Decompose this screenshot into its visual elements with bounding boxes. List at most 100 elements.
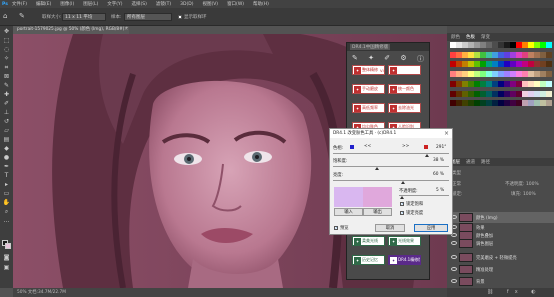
color-swatch[interactable] [546, 100, 552, 107]
more-tools-icon[interactable]: … [2, 217, 11, 225]
visibility-eye-icon[interactable] [451, 255, 457, 259]
menu-item[interactable]: 编辑(E) [36, 1, 51, 7]
crop-tool-icon[interactable]: ⌗ [2, 64, 11, 72]
close-tab-icon[interactable]: × [124, 26, 128, 32]
path-select-icon[interactable]: ▸ [2, 181, 11, 189]
color-swatch[interactable] [546, 80, 552, 87]
quick-mask-icon[interactable]: ◙ [2, 254, 11, 262]
menu-item[interactable]: 文件(F) [12, 1, 27, 7]
dropper-icon[interactable]: ✐ [384, 54, 390, 63]
menu-item[interactable]: 文字(Y) [107, 1, 122, 7]
document-tab[interactable]: portrait-1579025.jpg @ 50% (颜色 (Img), RG… [13, 26, 129, 34]
color-swatch[interactable] [546, 61, 552, 68]
tab-swatches[interactable]: 色板 [466, 34, 475, 40]
menu-item[interactable]: 视图(V) [202, 1, 218, 7]
background-color-swatch[interactable] [5, 243, 11, 249]
dr4-action-button[interactable]: ✦ 手动磨皮 [352, 84, 385, 94]
layer-fill[interactable]: 填充: 100% [511, 191, 536, 197]
frame-tool-icon[interactable]: ⊠ [2, 73, 11, 81]
menu-item[interactable]: 帮助(H) [253, 1, 269, 7]
hue-slider-thumb[interactable] [424, 154, 429, 157]
menu-item[interactable]: 滤镜(T) [156, 1, 171, 7]
hand-tool-icon[interactable]: ✋ [2, 199, 11, 207]
quick-select-tool-icon[interactable]: ✧ [2, 55, 11, 63]
input-button[interactable]: 输入 [334, 208, 363, 216]
color-swatch[interactable] [546, 90, 552, 97]
color-swatch[interactable] [546, 51, 552, 58]
layer-row[interactable]: 精准处理 [450, 264, 554, 275]
info-icon[interactable]: ⓘ [417, 54, 424, 63]
zoom-tool-icon[interactable]: ⌕ [2, 208, 11, 216]
swatch-grid[interactable] [450, 42, 552, 110]
marquee-tool-icon[interactable]: ⬚ [2, 37, 11, 45]
lightness-slider[interactable] [333, 180, 449, 181]
tab-paths[interactable]: 路径 [481, 159, 490, 165]
dr4-action-button[interactable]: ✦ 光线效果 [388, 236, 421, 246]
visibility-eye-icon[interactable] [451, 241, 457, 245]
lightness-slider-thumb[interactable] [400, 181, 405, 184]
hue-slider[interactable] [333, 153, 449, 154]
dodge-tool-icon[interactable]: ● [2, 154, 11, 162]
visibility-eye-icon[interactable] [451, 279, 457, 283]
lock-lightness-checkbox[interactable]: ✓ [400, 211, 404, 215]
dr4-action-button[interactable]: ✦ [388, 65, 421, 75]
dr4-action-button[interactable]: ✦ 柔美光线 [352, 236, 385, 246]
dr4-action-button[interactable]: ✦ DR4.1精修版 [388, 255, 421, 265]
dr4-tab[interactable]: DR4.1中国精修版 [350, 44, 391, 50]
sample-select[interactable]: 所有图层 [124, 13, 172, 21]
color-swatch[interactable] [546, 42, 552, 48]
stamp-tool-icon[interactable]: ⊥ [2, 109, 11, 117]
color-swatch[interactable] [546, 71, 552, 78]
menu-item[interactable]: 图层(L) [83, 1, 98, 7]
eyedropper-tool-icon[interactable]: ✎ [2, 82, 11, 90]
cancel-button[interactable]: 取消 [375, 224, 405, 232]
sample-size-select[interactable]: 11 x 11 平均 [62, 13, 106, 21]
type-tool-icon[interactable]: T [2, 172, 11, 180]
lock-saturation-checkbox[interactable]: ✓ [400, 202, 404, 206]
blend-mode-select[interactable]: 正常 [452, 181, 461, 187]
gear-icon[interactable]: ⚙ [400, 54, 406, 63]
menu-item[interactable]: 3D(D) [180, 2, 193, 7]
menu-item[interactable]: 窗口(W) [227, 1, 244, 7]
menu-item[interactable]: 图像(I) [60, 1, 74, 7]
visibility-eye-icon[interactable] [451, 267, 457, 271]
brush-icon[interactable]: ✎ [352, 54, 358, 63]
move-tool-icon[interactable]: ✥ [2, 28, 11, 36]
tab-gradients[interactable]: 渐变 [481, 34, 490, 40]
dr4-action-button[interactable]: ✦ 统一颜色 [388, 84, 421, 94]
healing-tool-icon[interactable]: ✚ [2, 91, 11, 99]
saturation-slider[interactable] [333, 166, 449, 167]
tab-color[interactable]: 颜色 [451, 34, 460, 40]
opacity-slider[interactable] [399, 195, 449, 196]
screen-mode-icon[interactable]: ▣ [2, 264, 11, 272]
output-button[interactable]: 输出 [363, 208, 392, 216]
tab-channels[interactable]: 通道 [466, 159, 475, 165]
blur-tool-icon[interactable]: ◆ [2, 145, 11, 153]
history-brush-icon[interactable]: ↺ [2, 118, 11, 126]
layer-row[interactable]: 完美磨皮 + 轻微提亮 [450, 252, 554, 263]
wand-icon[interactable]: ✦ [368, 54, 374, 63]
dr4-action-button[interactable]: ✦ 去除油光 [388, 103, 421, 113]
dr4-action-button[interactable]: ✦ 高低频率 [352, 103, 385, 113]
home-icon[interactable]: ⌂ [3, 12, 7, 20]
layer-opacity[interactable]: 不透明度: 100% [505, 181, 539, 187]
layer-kind-filter[interactable]: 类型 [452, 170, 461, 176]
saturation-slider-thumb[interactable] [375, 167, 380, 170]
apply-button[interactable]: 应用 [414, 224, 448, 232]
eraser-tool-icon[interactable]: ▱ [2, 127, 11, 135]
menu-item[interactable]: 选择(S) [132, 1, 147, 7]
layer-row[interactable]: 调色图层 [450, 238, 554, 249]
opacity-slider-thumb[interactable] [399, 196, 404, 199]
shape-tool-icon[interactable]: ▭ [2, 190, 11, 198]
gradient-tool-icon[interactable]: ▤ [2, 136, 11, 144]
layer-row[interactable]: 背景 [450, 276, 554, 287]
brush-tool-icon[interactable]: ✐ [2, 100, 11, 108]
eyedropper-icon[interactable]: ✎ [19, 12, 25, 20]
lasso-tool-icon[interactable]: ◌ [2, 46, 11, 54]
dr4-action-button[interactable]: ✦ 历史记忆 [352, 255, 385, 265]
pen-tool-icon[interactable]: ✒ [2, 163, 11, 171]
preview-checkbox[interactable]: ✓ [334, 226, 338, 230]
dr4-action-button[interactable]: ✦整体精修V4.5 [352, 65, 385, 75]
dialog-close-icon[interactable]: × [444, 130, 449, 137]
show-ring-checkbox[interactable] [178, 15, 182, 19]
